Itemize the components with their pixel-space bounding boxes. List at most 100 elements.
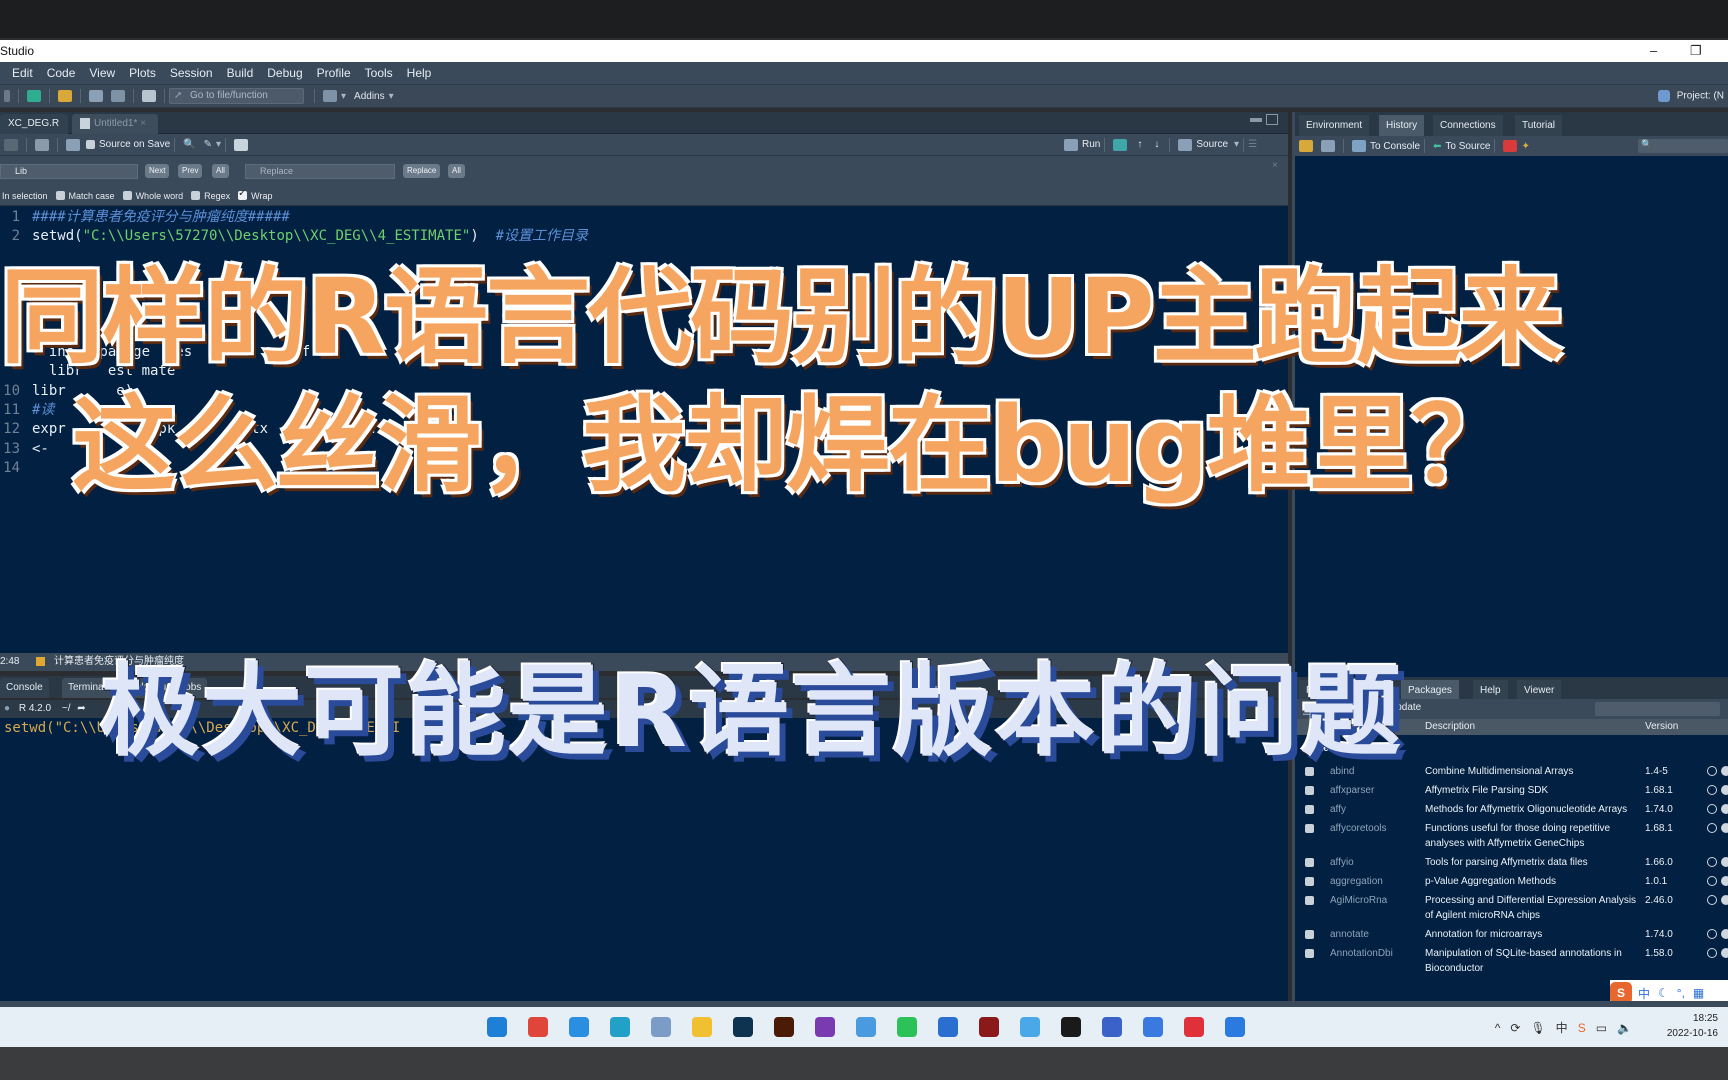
ime-mode[interactable]: 中 [1638, 985, 1650, 1002]
app-blue-swirl-icon[interactable] [569, 1017, 589, 1037]
tab-tutorial[interactable]: Tutorial [1515, 115, 1562, 136]
package-name[interactable]: AnnotationDbi [1330, 946, 1393, 961]
app-star-icon[interactable] [1102, 1017, 1122, 1037]
save-all-icon[interactable] [111, 90, 125, 102]
remove-package-icon[interactable] [1721, 804, 1728, 814]
globe-icon[interactable] [1707, 785, 1717, 795]
menu-plots[interactable]: Plots [129, 66, 156, 80]
regex-label[interactable]: Regex [204, 191, 230, 201]
packages-search-input[interactable] [1595, 702, 1720, 716]
menu-build[interactable]: Build [227, 66, 254, 80]
keyboard-icon[interactable]: ▦ [1693, 986, 1704, 1000]
photoshop-icon[interactable] [733, 1017, 753, 1037]
to-source-button[interactable]: To Source [1445, 141, 1490, 152]
save-history-icon[interactable] [1321, 140, 1335, 152]
remove-package-icon[interactable] [1721, 766, 1728, 776]
package-load-checkbox[interactable] [1305, 786, 1314, 795]
remove-package-icon[interactable] [1721, 948, 1728, 958]
menu-session[interactable]: Session [170, 66, 213, 80]
in-selection-label[interactable]: In selection [2, 191, 48, 201]
onenote-icon[interactable] [815, 1017, 835, 1037]
zotero-zy-icon[interactable] [979, 1017, 999, 1037]
menu-debug[interactable]: Debug [267, 66, 302, 80]
outline-icon[interactable]: ☰ [1248, 139, 1257, 150]
menu-code[interactable]: Code [47, 66, 76, 80]
minimize-button[interactable]: – [1650, 40, 1657, 62]
globe-icon[interactable] [1707, 895, 1717, 905]
run-button[interactable]: Run [1082, 139, 1100, 150]
addins-menu[interactable]: Addins [354, 91, 385, 102]
goto-dir-icon[interactable]: ➦ [77, 703, 85, 714]
tab-history[interactable]: History [1379, 115, 1425, 136]
go-down-icon[interactable]: ↓ [1154, 139, 1159, 150]
regex-checkbox[interactable] [191, 191, 201, 200]
system-tray-icons[interactable]: ^⟳🎙中S▭🔈 [1495, 1019, 1642, 1036]
menu-help[interactable]: Help [407, 66, 432, 80]
illustrator-icon[interactable] [774, 1017, 794, 1037]
package-load-checkbox[interactable] [1305, 930, 1314, 939]
save-file-icon[interactable] [66, 138, 80, 151]
find-prev-button[interactable]: Prev [178, 164, 203, 178]
app-5-icon[interactable] [938, 1017, 958, 1037]
remove-package-icon[interactable] [1721, 876, 1728, 886]
remove-package-icon[interactable] [1721, 929, 1728, 939]
show-in-window-icon[interactable] [35, 138, 49, 151]
whole-word-label[interactable]: Whole word [136, 191, 184, 201]
search-icon[interactable]: 🔍 [183, 139, 195, 150]
open-folder-icon[interactable] [58, 90, 72, 102]
close-find-icon[interactable]: × [1272, 160, 1278, 171]
match-case-checkbox[interactable] [55, 191, 65, 200]
replace-button[interactable]: Replace [403, 164, 441, 178]
save-icon[interactable] [89, 90, 103, 102]
find-input[interactable]: Lib [0, 164, 138, 179]
package-name[interactable]: aggregation [1330, 874, 1383, 889]
app-triangle-icon[interactable] [856, 1017, 876, 1037]
col-description[interactable]: Description [1425, 719, 1475, 735]
clock[interactable]: 18:25 2022-10-16 [1667, 1011, 1718, 1041]
rerun-icon[interactable] [1113, 138, 1128, 151]
back-icon[interactable] [4, 138, 18, 151]
find-all-button[interactable]: All [212, 164, 229, 178]
globe-icon[interactable] [1707, 948, 1717, 958]
package-name[interactable]: affycoretools [1330, 821, 1387, 836]
whole-word-checkbox[interactable] [122, 191, 132, 200]
remove-package-icon[interactable] [1721, 785, 1728, 795]
globe-icon[interactable] [1707, 876, 1717, 886]
remove-package-icon[interactable] [1721, 857, 1728, 867]
wrap-label[interactable]: Wrap [251, 191, 272, 201]
wechat-icon[interactable] [897, 1017, 917, 1037]
package-name[interactable]: AgiMicroRna [1330, 893, 1387, 908]
package-load-checkbox[interactable] [1305, 896, 1314, 905]
tab-packages[interactable]: Packages [1401, 680, 1459, 701]
package-name[interactable]: affyio [1330, 855, 1354, 870]
new-file-icon[interactable] [27, 90, 41, 102]
chrome-icon[interactable] [528, 1017, 548, 1037]
minimize-pane-icon[interactable] [1250, 118, 1262, 122]
app-c-icon[interactable] [1020, 1017, 1040, 1037]
package-name[interactable]: affxparser [1330, 783, 1374, 798]
remove-entries-icon[interactable] [1503, 140, 1518, 152]
replace-input[interactable]: Replace [245, 164, 395, 179]
source-button[interactable]: Source [1196, 139, 1228, 150]
go-up-icon[interactable]: ↑ [1137, 139, 1142, 150]
code-tools-wand-icon[interactable]: ✎ [204, 139, 212, 150]
windows-start-icon[interactable] [487, 1017, 507, 1037]
find-next-button[interactable]: Next [145, 164, 170, 178]
restore-button[interactable]: ❐ [1690, 40, 1702, 62]
tab-help[interactable]: Help [1473, 680, 1508, 701]
print-icon[interactable] [142, 90, 156, 102]
goto-file-input[interactable]: ➚ Go to file/function [169, 88, 304, 104]
working-dir[interactable]: ~/ [62, 703, 71, 714]
globe-icon[interactable] [1707, 857, 1717, 867]
grid-layout-icon[interactable] [323, 90, 337, 102]
package-load-checkbox[interactable] [1305, 877, 1314, 886]
package-name[interactable]: annotate [1330, 927, 1369, 942]
globe-icon[interactable] [1707, 804, 1717, 814]
source-on-save-checkbox[interactable] [86, 140, 95, 149]
app-red-s-icon[interactable] [1184, 1017, 1204, 1037]
tab-xc-deg[interactable]: XC_DEG.R × [0, 114, 68, 149]
package-load-checkbox[interactable] [1305, 858, 1314, 867]
menu-edit[interactable]: Edit [12, 66, 33, 80]
package-load-checkbox[interactable] [1305, 949, 1314, 958]
app-m-icon[interactable] [1225, 1017, 1245, 1037]
